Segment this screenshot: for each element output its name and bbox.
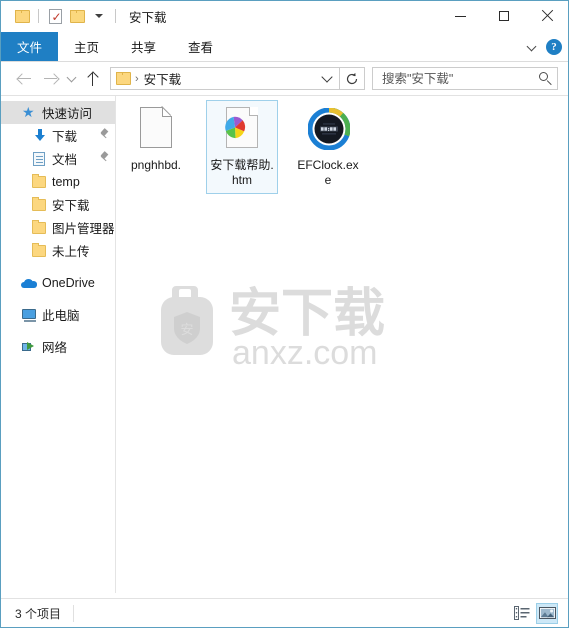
sidebar-item-network[interactable]: 网络 [1, 335, 115, 358]
new-folder-icon[interactable] [66, 5, 88, 27]
sidebar-item-label: 网络 [42, 341, 68, 355]
tab-view[interactable]: 查看 [172, 32, 229, 61]
watermark-shield-char: 安 [180, 323, 193, 338]
recent-locations-icon[interactable] [63, 66, 79, 92]
file-item-efclock-exe[interactable]: EFClock.exe [292, 100, 364, 194]
address-dropdown-icon[interactable] [317, 68, 337, 89]
html-document-icon [218, 105, 266, 153]
tab-share[interactable]: 共享 [115, 32, 172, 61]
file-explorer-window: ✓ 安下载 文件 主页 共享 查看 ? › 安下载 搜索"安下载" ★ 快速访问… [0, 0, 569, 628]
up-button[interactable] [79, 66, 105, 92]
sidebar-item-downloads[interactable]: 下载 [1, 124, 115, 147]
tab-home[interactable]: 主页 [58, 32, 115, 61]
watermark-brand-domain: anxz.com [232, 334, 378, 372]
anxz-watermark: 安 安下载 anxz.com [161, 284, 385, 372]
status-divider [73, 604, 75, 622]
sidebar-item-onedrive[interactable]: OneDrive [1, 271, 115, 294]
toolbar-divider [38, 9, 39, 23]
pin-icon[interactable] [99, 151, 110, 163]
search-box[interactable] [372, 67, 558, 90]
sidebar-item-label: 下载 [52, 130, 78, 144]
address-folder-icon [116, 72, 131, 85]
watermark-brand-cn: 安下载 [229, 284, 385, 344]
file-item-pnghhbd[interactable]: pnghhbd. [120, 100, 192, 194]
pin-icon[interactable] [99, 128, 110, 140]
sidebar-item-label: temp [52, 174, 80, 189]
efclock-app-icon [304, 105, 352, 153]
item-count-label: 3 个项目 [15, 606, 62, 621]
expand-ribbon-icon[interactable] [528, 42, 537, 51]
network-icon [21, 339, 37, 355]
forward-button[interactable] [37, 66, 63, 92]
toolbar-divider-2 [115, 9, 116, 23]
maximize-button[interactable] [482, 1, 525, 31]
ribbon-tabs: 文件 主页 共享 查看 ? [1, 32, 568, 62]
documents-icon [31, 151, 47, 167]
refresh-button[interactable] [340, 67, 365, 90]
search-icon[interactable] [539, 71, 553, 86]
search-input[interactable] [380, 70, 539, 87]
minimize-button[interactable] [439, 1, 482, 31]
view-mode-buttons [511, 602, 558, 624]
sidebar-item-label: 快速访问 [42, 107, 93, 121]
sidebar-item-label: 此电脑 [42, 309, 80, 323]
quick-access-toolbar: ✓ 安下载 [1, 1, 167, 31]
sidebar-item-label: 安下载 [52, 199, 90, 213]
status-bar: 3 个项目 [1, 598, 568, 627]
sidebar-item-label: 图片管理器 [52, 222, 115, 236]
details-view-button[interactable] [511, 603, 533, 624]
back-button[interactable] [11, 66, 37, 92]
folder-icon [31, 173, 47, 190]
sidebar-item-anxiazai[interactable]: 安下载 [1, 193, 115, 216]
customize-dropdown-icon[interactable] [88, 5, 110, 27]
address-bar[interactable]: › 安下载 [110, 67, 340, 90]
tab-file[interactable]: 文件 [1, 32, 58, 61]
sidebar-item-quick-access[interactable]: ★ 快速访问 [1, 101, 115, 124]
sidebar-item-this-pc[interactable]: 此电脑 [1, 303, 115, 326]
properties-icon[interactable]: ✓ [44, 5, 66, 27]
refresh-icon [346, 72, 358, 84]
sidebar-item-documents[interactable]: 文档 [1, 147, 115, 170]
sidebar-item-image-manager[interactable]: 图片管理器 [1, 216, 115, 239]
sidebar-item-label: OneDrive [42, 275, 95, 290]
breadcrumb-separator: › [135, 72, 139, 85]
folder-icon [31, 196, 47, 213]
file-list-pane[interactable]: 安 安下载 anxz.com pnghhbd. 安下载帮助.htm EFCloc… [116, 96, 568, 593]
details-view-icon [514, 606, 530, 620]
folder-icon [31, 242, 47, 259]
close-button[interactable] [525, 1, 568, 31]
ribbon-right-controls: ? [528, 32, 562, 61]
computer-icon [21, 307, 37, 323]
large-icons-view-button[interactable] [536, 602, 558, 624]
blank-document-icon [132, 105, 180, 153]
sidebar-item-label: 未上传 [52, 245, 90, 259]
file-item-label: pnghhbd. [130, 158, 182, 172]
file-item-anxiazai-help-htm[interactable]: 安下载帮助.htm [206, 100, 278, 194]
window-title: 安下载 [129, 10, 167, 25]
window-controls [439, 1, 568, 31]
file-items-grid: pnghhbd. 安下载帮助.htm EFClock.exe [116, 96, 568, 194]
file-item-label: EFClock.exe [297, 158, 359, 187]
folder-icon [31, 219, 47, 236]
explorer-body: ★ 快速访问 下载 文档 temp 安下载 图片管理器 未上传 OneDrive… [1, 95, 568, 593]
help-icon[interactable]: ? [546, 38, 562, 55]
sidebar-item-not-uploaded[interactable]: 未上传 [1, 239, 115, 262]
breadcrumb-path[interactable]: 安下载 [144, 69, 182, 88]
cloud-icon [21, 275, 37, 291]
file-item-label: 安下载帮助.htm [210, 158, 274, 187]
folder-icon[interactable] [11, 5, 33, 27]
sidebar-item-label: 文档 [52, 153, 78, 167]
navigation-bar: › 安下载 [1, 62, 568, 95]
large-icons-view-icon [538, 607, 556, 619]
title-bar: ✓ 安下载 [1, 1, 568, 32]
sidebar-item-temp[interactable]: temp [1, 170, 115, 193]
pinwheel-icon [225, 116, 246, 139]
efclock-ring-icon [308, 108, 350, 150]
downloads-icon [31, 128, 47, 144]
star-pin-icon: ★ [22, 104, 35, 121]
navigation-pane: ★ 快速访问 下载 文档 temp 安下载 图片管理器 未上传 OneDrive… [1, 96, 116, 593]
